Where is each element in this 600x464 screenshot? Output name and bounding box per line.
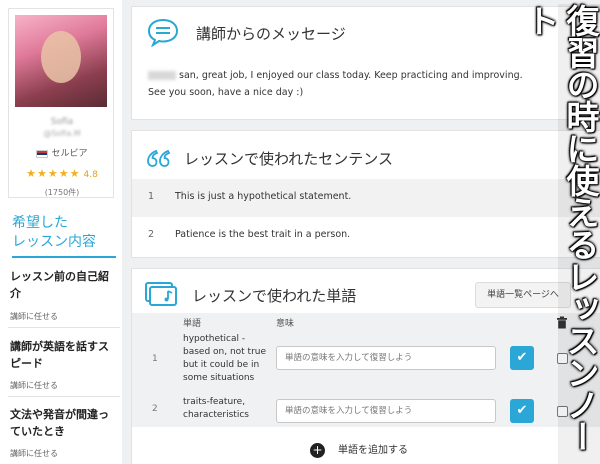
message-text: san, great job, I enjoyed our class toda… — [148, 70, 523, 98]
book-card-icon — [145, 282, 177, 306]
serbia-flag-icon — [36, 149, 49, 158]
wish-item-sub: 講師に任せる — [10, 312, 58, 321]
teacher-handle: @Sofia.M — [43, 129, 81, 138]
words-panel: レッスンで使われた単語 単語一覧ページへ 単語 意味 1 hypothetica… — [131, 268, 600, 464]
message-body: san, great job, I enjoyed our class toda… — [148, 67, 543, 101]
row-number: 1 — [148, 191, 155, 202]
plus-circle-icon: + — [310, 442, 325, 458]
row-number: 2 — [148, 229, 155, 240]
meaning-input[interactable] — [276, 399, 496, 423]
rating-value: 4.8 — [83, 170, 98, 180]
sidebar: Sofia @Sofia.M セルビア ★★★★★ 4.8 (1750件) 希望し… — [0, 0, 122, 464]
student-name-blurred — [148, 71, 176, 80]
panel-title: 講師からのメッセージ — [196, 25, 346, 43]
sentence-row[interactable]: 1 This is just a hypothetical statement. — [132, 179, 600, 217]
divider — [8, 327, 120, 328]
banner-caption: 復習の時に使えるレッスンノート — [521, 4, 600, 464]
checkmark-icon[interactable]: ✔ — [510, 346, 534, 370]
sentence-text: This is just a hypothetical statement. — [175, 191, 352, 202]
row-number: 1 — [152, 354, 158, 364]
wish-item-title: 文法や発音が間違っていたとき — [10, 408, 109, 438]
star-rating-icon: ★★★★★ — [26, 167, 81, 180]
teacher-name: Sofia — [50, 117, 74, 127]
panel-title: レッスンで使われた単語 — [192, 287, 357, 305]
quote-icon — [147, 149, 171, 167]
sentence-text: Patience is the best trait in a person. — [175, 229, 351, 240]
rating: ★★★★★ 4.8 — [9, 167, 115, 180]
wish-item-sub: 講師に任せる — [10, 449, 58, 458]
column-header-meaning: 意味 — [276, 319, 295, 329]
teacher-card[interactable]: Sofia @Sofia.M セルビア ★★★★★ 4.8 (1750件) — [8, 8, 114, 198]
add-word-label: 単語を追加する — [338, 445, 408, 456]
wish-item-sub: 講師に任せる — [10, 381, 58, 390]
sentences-panel: レッスンで使われたセンテンス 1 This is just a hypothet… — [131, 130, 600, 258]
row-number: 2 — [152, 404, 158, 414]
meaning-input[interactable] — [276, 346, 496, 370]
sentence-row[interactable]: 2 Patience is the best trait in a person… — [132, 217, 600, 255]
word-text: traits-feature, characteristics — [183, 397, 249, 420]
word-row: 2 traits-feature, characteristics ✔ — [132, 393, 600, 427]
divider — [8, 396, 120, 397]
word-text: hypothetical -based on, not true but it … — [183, 334, 267, 383]
word-row: 1 hypothetical -based on, not true but i… — [132, 330, 600, 392]
wish-item-title: レッスン前の自己紹介 — [10, 270, 109, 300]
word-list-page-button[interactable]: 単語一覧ページへ — [475, 282, 571, 308]
country-label: セルビア — [51, 149, 88, 159]
words-table: 単語 意味 1 hypothetical -based on, not true… — [132, 313, 600, 427]
chat-bubble-icon — [147, 18, 179, 47]
add-word-button[interactable]: + 単語を追加する — [310, 441, 408, 458]
column-header-word: 単語 — [183, 319, 202, 329]
teacher-country: セルビア — [9, 146, 115, 159]
teacher-photo[interactable] — [15, 15, 107, 107]
review-count: (1750件) — [44, 188, 80, 197]
wish-heading: 希望した レッスン内容 — [12, 214, 116, 258]
panel-title: レッスンで使われたセンテンス — [184, 150, 393, 168]
wish-item-title: 講師が英語を話すスピード — [10, 340, 109, 370]
checkmark-icon[interactable]: ✔ — [510, 399, 534, 423]
